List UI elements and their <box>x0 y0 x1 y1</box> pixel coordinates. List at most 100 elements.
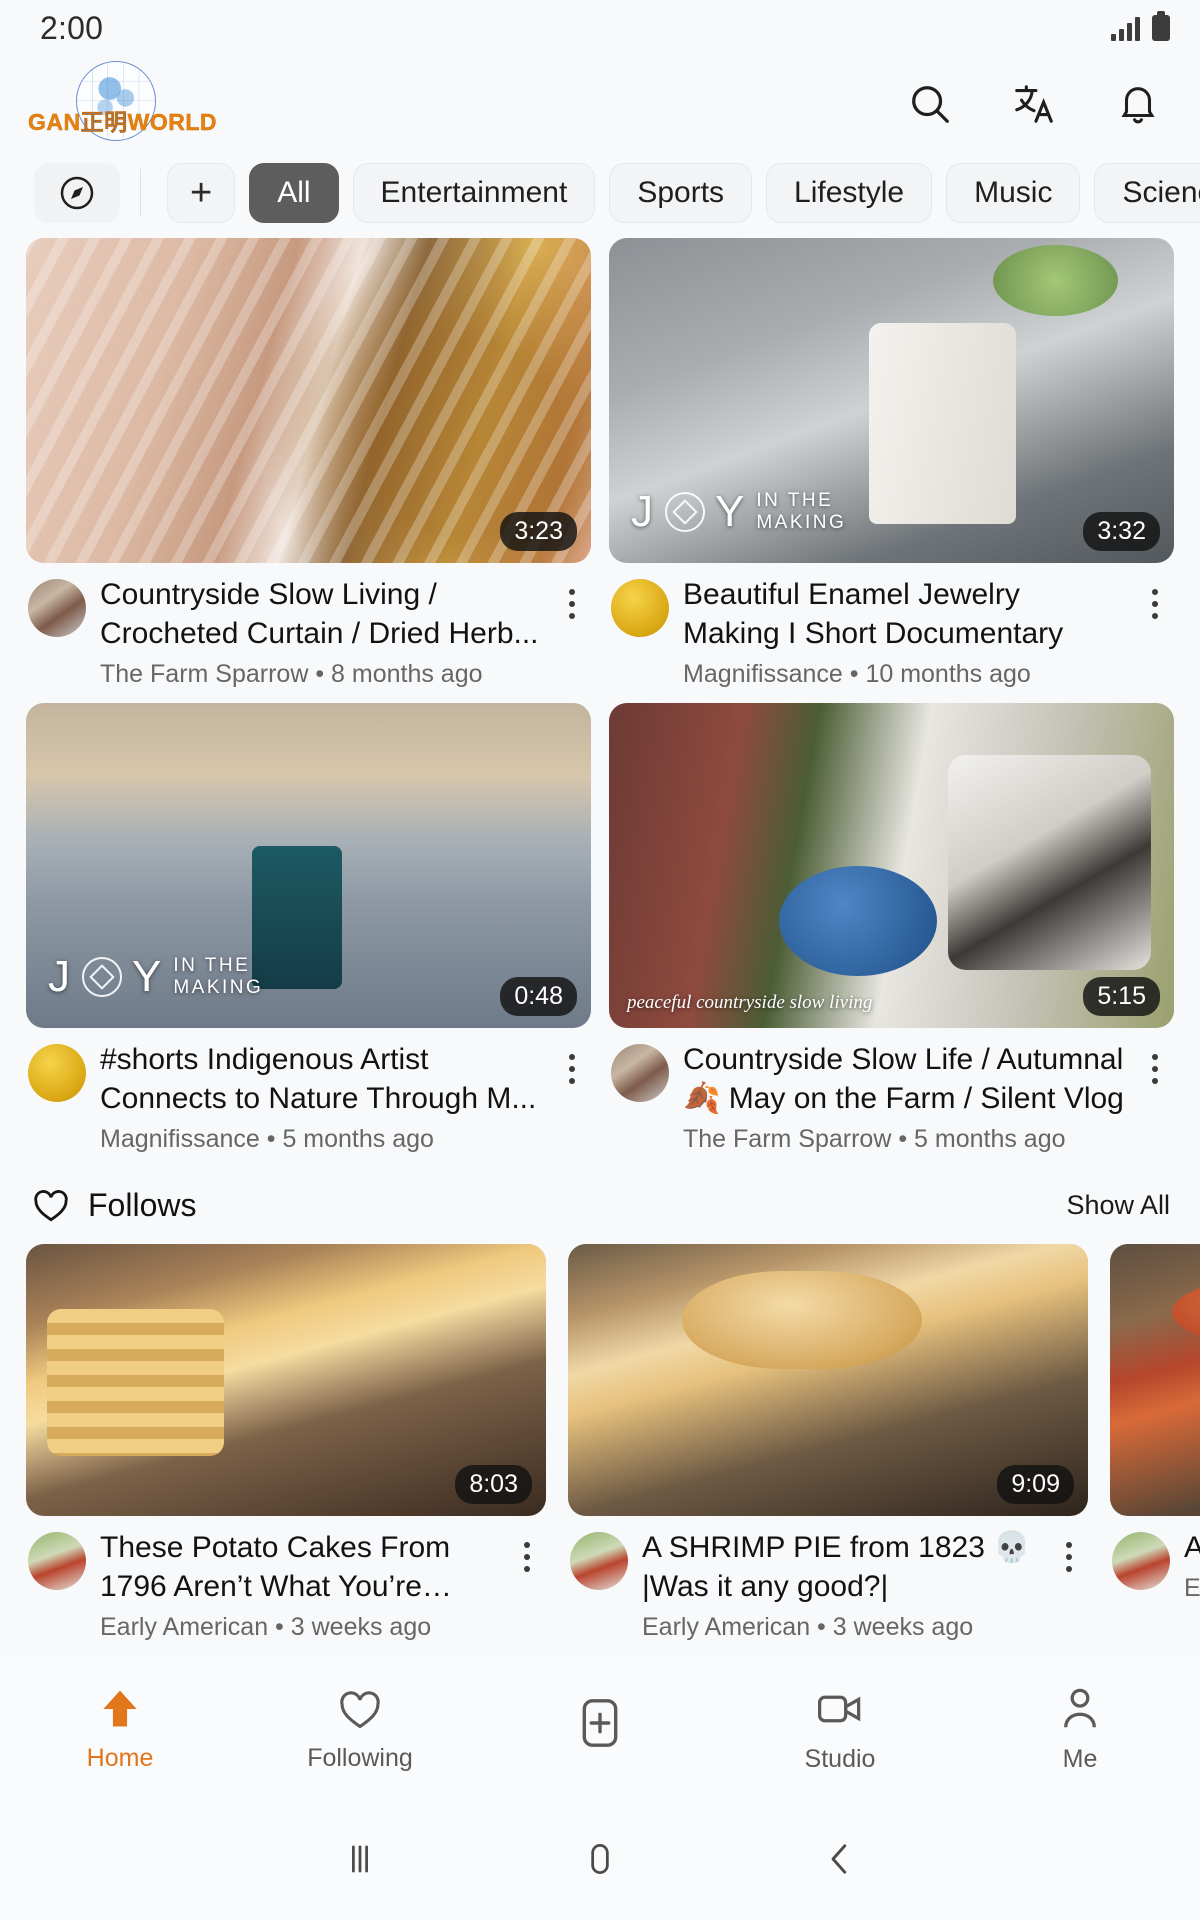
channel-avatar[interactable] <box>28 579 86 637</box>
video-title[interactable]: #shorts Indigenous Artist Connects to Na… <box>100 1040 541 1118</box>
video-subtitle: Early American • 3 weeks ago <box>642 1613 974 1641</box>
compass-icon[interactable] <box>34 163 120 223</box>
channel-avatar[interactable] <box>1112 1532 1170 1590</box>
chip-divider <box>140 169 141 217</box>
video-card[interactable]: peaceful countryside slow living 5:15 Co… <box>609 703 1174 1154</box>
recents-bars-icon[interactable] <box>260 1837 460 1881</box>
heart-icon <box>34 1190 68 1222</box>
category-chip-row[interactable]: + All Entertainment Sports Lifestyle Mus… <box>0 152 1200 238</box>
video-subtitle: The Farm Sparrow • 8 months ago <box>100 660 483 688</box>
video-meta: Countryside Slow Living / Crocheted Curt… <box>26 563 591 689</box>
video-card[interactable]: JY IN THE MAKING 3:32 Beautiful Enamel Je… <box>609 238 1174 689</box>
more-options-icon[interactable] <box>1138 575 1172 689</box>
thumbnail-image <box>609 703 1174 1028</box>
medal-icon <box>82 957 122 997</box>
back-chevron-icon[interactable] <box>740 1837 940 1881</box>
video-thumbnail[interactable]: peaceful countryside slow living 5:15 <box>609 703 1174 1028</box>
chip-science[interactable]: Science & <box>1094 163 1200 223</box>
duration-badge: 3:32 <box>1083 511 1160 551</box>
person-icon <box>1064 1688 1096 1727</box>
more-options-icon[interactable] <box>510 1528 544 1642</box>
status-bar: 2:00 <box>0 0 1200 56</box>
more-options-icon[interactable] <box>1052 1528 1086 1642</box>
chip-music[interactable]: Music <box>946 163 1081 223</box>
channel-avatar[interactable] <box>28 1044 86 1102</box>
video-meta: Countryside Slow Life / Autumnal 🍂 May o… <box>609 1028 1174 1154</box>
video-title[interactable]: These Potato Cakes From 1796 Aren’t What… <box>100 1528 496 1606</box>
video-text: A SHRIMP PIE from 1823 💀 |Was it any goo… <box>642 1528 1038 1642</box>
video-thumbnail[interactable]: 9:09 <box>568 1244 1088 1516</box>
duration-badge: 5:15 <box>1083 976 1160 1016</box>
nav-item-me[interactable]: Me <box>980 1683 1180 1774</box>
nav-item-studio[interactable]: Studio <box>740 1683 940 1774</box>
channel-avatar[interactable] <box>28 1532 86 1590</box>
follows-title-group: Follows <box>30 1184 196 1226</box>
channel-avatar[interactable] <box>611 1044 669 1102</box>
video-title[interactable]: Countryside Slow Life / Autumnal 🍂 May o… <box>683 1040 1124 1118</box>
add-category-chip[interactable]: + <box>167 163 236 223</box>
bell-icon[interactable] <box>1112 78 1164 130</box>
feed-grid: 3:23 Countryside Slow Living / Crocheted… <box>26 238 1174 1168</box>
more-options-icon[interactable] <box>555 575 589 689</box>
video-card[interactable]: 3:23 Countryside Slow Living / Crocheted… <box>26 238 591 689</box>
channel-avatar[interactable] <box>611 579 669 637</box>
home-pill-icon[interactable] <box>500 1837 700 1881</box>
video-camera-icon <box>818 1695 861 1722</box>
search-icon[interactable] <box>904 78 956 130</box>
more-options-icon[interactable] <box>555 1040 589 1154</box>
medal-icon <box>665 492 705 532</box>
video-title[interactable]: A M 1823 <box>1184 1528 1200 1567</box>
duration-badge: 3:23 <box>500 511 577 551</box>
nav-item-create[interactable] <box>500 1694 700 1762</box>
brand-wordmark: GAN正明WORLD <box>28 103 218 137</box>
video-meta: A SHRIMP PIE from 1823 💀 |Was it any goo… <box>568 1516 1088 1642</box>
battery-icon <box>1152 11 1170 41</box>
follows-section-header: Follows Show All <box>0 1168 1200 1236</box>
brand-suffix: WORLD <box>127 109 217 135</box>
video-subtitle: Magnifissance • 10 months ago <box>683 660 1031 688</box>
joy-in-the-making-watermark: JY IN THE MAKING <box>631 487 847 536</box>
duration-badge: 8:03 <box>455 1464 532 1504</box>
video-card[interactable]: JY IN THE MAKING 0:48 #shorts Indigenous … <box>26 703 591 1154</box>
nav-item-following[interactable]: Following <box>260 1684 460 1773</box>
nav-label-studio: Studio <box>804 1744 876 1773</box>
follows-title: Follows <box>88 1186 197 1223</box>
chip-all[interactable]: All <box>249 163 339 223</box>
video-title[interactable]: Countryside Slow Living / Crocheted Curt… <box>100 575 541 653</box>
video-thumbnail[interactable]: 8:03 <box>26 1244 546 1516</box>
app-logo[interactable]: GAN正明WORLD <box>28 59 218 149</box>
create-plus-icon <box>582 1699 618 1747</box>
status-time: 2:00 <box>40 9 104 46</box>
thumbnail-image <box>1110 1244 1200 1516</box>
video-text: #shorts Indigenous Artist Connects to Na… <box>100 1040 541 1154</box>
feed-column-left: 3:23 Countryside Slow Living / Crocheted… <box>26 238 591 1168</box>
status-indicators <box>1111 11 1170 41</box>
video-meta: #shorts Indigenous Artist Connects to Na… <box>26 1028 591 1154</box>
translate-icon[interactable] <box>1008 78 1060 130</box>
video-meta: A M 1823 Early <box>1110 1516 1200 1603</box>
video-thumbnail[interactable]: 3:23 <box>26 238 591 563</box>
nav-label-home: Home <box>86 1743 154 1772</box>
system-navigation-bar <box>0 1798 1200 1920</box>
follows-card[interactable]: 9:09 A SHRIMP PIE from 1823 💀 |Was it an… <box>568 1244 1088 1642</box>
video-title[interactable]: A SHRIMP PIE from 1823 💀 |Was it any goo… <box>642 1528 1038 1606</box>
video-thumbnail[interactable]: JY IN THE MAKING 3:32 <box>609 238 1174 563</box>
chip-entertainment[interactable]: Entertainment <box>352 163 596 223</box>
video-thumbnail[interactable] <box>1110 1244 1200 1516</box>
video-subtitle: The Farm Sparrow • 5 months ago <box>683 1125 1066 1153</box>
video-title[interactable]: Beautiful Enamel Jewelry Making I Short … <box>683 575 1124 653</box>
channel-avatar[interactable] <box>570 1532 628 1590</box>
more-options-icon[interactable] <box>1138 1040 1172 1154</box>
follows-carousel[interactable]: 8:03 These Potato Cakes From 1796 Aren’t… <box>0 1236 1200 1642</box>
home-arrow-icon <box>103 1690 137 1726</box>
thumbnail-caption: peaceful countryside slow living <box>627 992 873 1013</box>
video-text: Beautiful Enamel Jewelry Making I Short … <box>683 575 1124 689</box>
chip-sports[interactable]: Sports <box>609 163 753 223</box>
video-thumbnail[interactable]: JY IN THE MAKING 0:48 <box>26 703 591 1028</box>
show-all-link[interactable]: Show All <box>1066 1190 1170 1221</box>
nav-label-me: Me <box>1062 1744 1098 1773</box>
follows-card[interactable]: A M 1823 Early <box>1110 1244 1200 1642</box>
nav-item-home[interactable]: Home <box>20 1684 220 1773</box>
chip-lifestyle[interactable]: Lifestyle <box>766 163 933 223</box>
follows-card[interactable]: 8:03 These Potato Cakes From 1796 Aren’t… <box>26 1244 546 1642</box>
